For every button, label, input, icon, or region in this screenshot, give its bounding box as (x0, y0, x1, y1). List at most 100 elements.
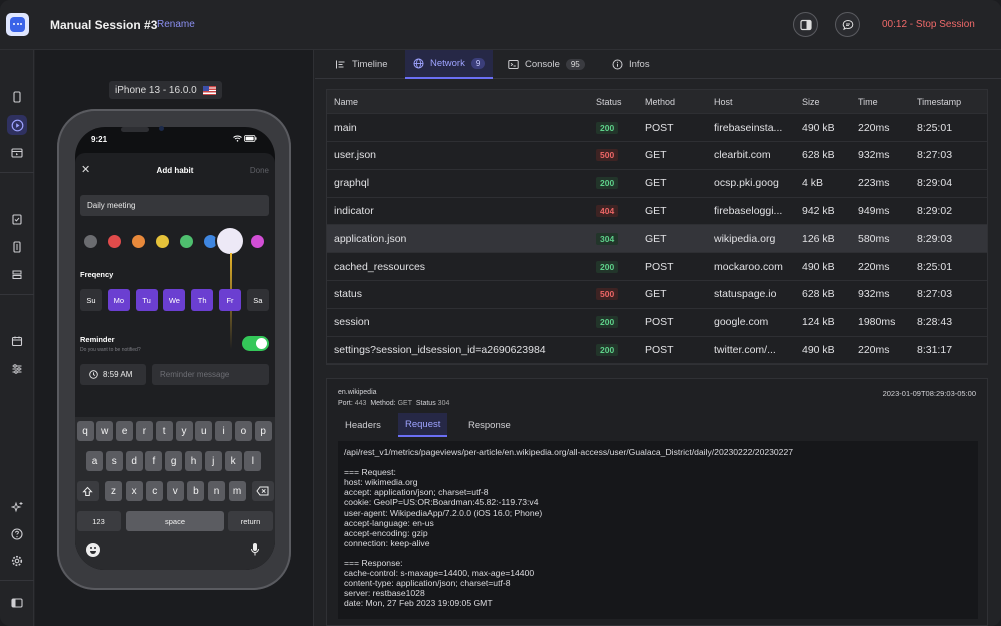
chat-button[interactable] (835, 12, 860, 37)
sidebar-layers-button[interactable] (7, 265, 27, 285)
table-row[interactable]: graphql 200 GET ocsp.pki.goog 4 kB 223ms 8:29:… (327, 170, 987, 198)
column-header[interactable]: Size (802, 90, 820, 113)
detail-tab-headers[interactable]: Headers (338, 413, 388, 437)
sidebar-session-button[interactable] (7, 115, 27, 135)
reminder-time-picker[interactable]: 8:59 AM (80, 364, 146, 385)
color-swatch-selected[interactable] (217, 228, 243, 254)
column-header[interactable]: Host (714, 90, 733, 113)
reminder-message-input[interactable]: Reminder message (152, 364, 269, 385)
cell-method: GET (645, 149, 667, 162)
keyboard-key[interactable]: n (208, 481, 225, 501)
sidebar-settings-sliders-button[interactable] (7, 359, 27, 379)
keyboard-key[interactable]: r (135, 421, 153, 441)
habit-name-input[interactable]: Daily meeting (80, 195, 269, 216)
keyboard-key[interactable]: q (76, 421, 94, 441)
status-badge: 500 (596, 149, 619, 162)
color-swatch[interactable] (155, 234, 170, 249)
sidebar-calendar-button[interactable] (7, 331, 27, 351)
stop-session-button[interactable]: 00:12 - Stop Session (882, 19, 975, 30)
day-toggle[interactable]: Sa (246, 289, 269, 311)
keyboard-key[interactable]: f (145, 451, 163, 471)
space-key[interactable]: space (126, 511, 224, 531)
cell-name: settings?session_idsession_id=a269062398… (334, 343, 546, 356)
color-swatch[interactable] (83, 234, 98, 249)
color-swatch[interactable] (250, 234, 265, 249)
reminder-toggle[interactable] (242, 336, 269, 351)
keyboard-key[interactable]: c (146, 481, 164, 501)
keyboard-key[interactable]: j (204, 451, 222, 471)
keyboard-key[interactable]: d (125, 451, 143, 471)
keyboard-key[interactable]: e (116, 421, 134, 441)
sidebar-media-button[interactable] (7, 143, 27, 163)
table-row[interactable]: status 500 GET statuspage.io 628 kB 932ms 8:27… (327, 281, 987, 309)
color-swatch[interactable] (203, 234, 218, 249)
column-header[interactable]: Status (596, 90, 622, 113)
color-swatch[interactable] (107, 234, 122, 249)
sidebar-files-button[interactable] (7, 237, 27, 257)
emoji-icon[interactable] (86, 543, 100, 557)
day-toggle[interactable]: We (163, 289, 186, 311)
return-key[interactable]: return (228, 511, 273, 531)
sidebar-tests-button[interactable] (7, 209, 27, 229)
keyboard-key[interactable]: v (166, 481, 184, 501)
column-header[interactable]: Time (858, 90, 878, 113)
battery-icon (244, 135, 257, 142)
shift-key[interactable] (76, 481, 99, 501)
detail-tab-request[interactable]: Request (398, 413, 448, 437)
sidebar-collapse-button[interactable] (7, 593, 27, 613)
phone-screen[interactable]: 9:21 ✕ Add habit Done Daily meeting Freq… (75, 127, 275, 570)
table-row[interactable]: main 200 POST firebaseinsta... 490 kB 220ms 8:… (327, 114, 987, 142)
keyboard-key[interactable]: s (105, 451, 123, 471)
panel-toggle-button[interactable] (793, 12, 818, 37)
keyboard-key[interactable]: z (105, 481, 122, 501)
keyboard-key[interactable]: l (244, 451, 262, 471)
table-row[interactable]: settings?session_idsession_id=a269062398… (327, 336, 987, 365)
day-toggle[interactable]: Su (80, 289, 102, 311)
keyboard-key[interactable]: k (224, 451, 242, 471)
tab-infos[interactable]: Infos (604, 50, 658, 79)
table-row[interactable]: application.json 304 GET wikipedia.org 126 k… (327, 225, 987, 254)
day-toggle[interactable]: Tu (135, 289, 158, 311)
keyboard-key[interactable]: g (165, 451, 183, 471)
keyboard-key[interactable]: x (125, 481, 143, 501)
keyboard-key[interactable]: b (187, 481, 205, 501)
numbers-key[interactable]: 123 (76, 511, 121, 531)
rename-link[interactable]: Rename (157, 19, 195, 30)
detail-tab-response[interactable]: Response (461, 413, 518, 437)
table-row[interactable]: indicator 404 GET firebaseloggi... 942 kB 949… (327, 197, 987, 226)
table-row[interactable]: user.json 500 GET clearbit.com 628 kB 932ms 8:… (327, 142, 987, 170)
day-toggle[interactable]: Mo (107, 289, 130, 311)
done-button[interactable]: Done (250, 166, 269, 175)
sidebar-help-button[interactable] (7, 524, 27, 544)
microphone-icon[interactable] (250, 542, 260, 562)
keyboard-key[interactable]: o (234, 421, 252, 441)
table-row[interactable]: cached_ressources 200 POST mockaroo.com 490 … (327, 253, 987, 281)
keyboard-key[interactable]: i (215, 421, 233, 441)
port-label: Port: (338, 400, 353, 407)
tab-console[interactable]: Console 95 (500, 50, 593, 79)
keyboard-key[interactable]: u (195, 421, 213, 441)
backspace-key[interactable] (251, 481, 274, 501)
table-row[interactable]: session 200 POST google.com 124 kB 1980ms 8:28… (327, 309, 987, 337)
sidebar-divider (0, 580, 34, 581)
keyboard-key[interactable]: p (254, 421, 272, 441)
tab-network[interactable]: Network 9 (405, 50, 494, 79)
request-detail-panel: en.wikipedia Port: 443 Method: GET Statu… (326, 378, 988, 626)
keyboard-key[interactable]: t (155, 421, 173, 441)
keyboard-key[interactable]: h (185, 451, 202, 471)
color-swatch[interactable] (179, 234, 194, 249)
column-header[interactable]: Method (645, 90, 675, 113)
keyboard-key[interactable]: m (228, 481, 246, 501)
keyboard-key[interactable]: w (96, 421, 114, 441)
keyboard-key[interactable]: a (86, 451, 103, 471)
color-swatch[interactable] (131, 234, 146, 249)
tab-timeline[interactable]: Timeline (327, 50, 396, 79)
sidebar-device-button[interactable] (7, 87, 27, 107)
day-toggle[interactable]: Th (191, 289, 214, 311)
column-header[interactable]: Name (334, 90, 358, 113)
day-toggle[interactable]: Fr (219, 289, 241, 311)
column-header[interactable]: Timestamp (917, 90, 961, 113)
sidebar-settings-button[interactable] (7, 551, 27, 571)
keyboard-key[interactable]: y (175, 421, 193, 441)
sidebar-ai-button[interactable] (7, 497, 27, 517)
